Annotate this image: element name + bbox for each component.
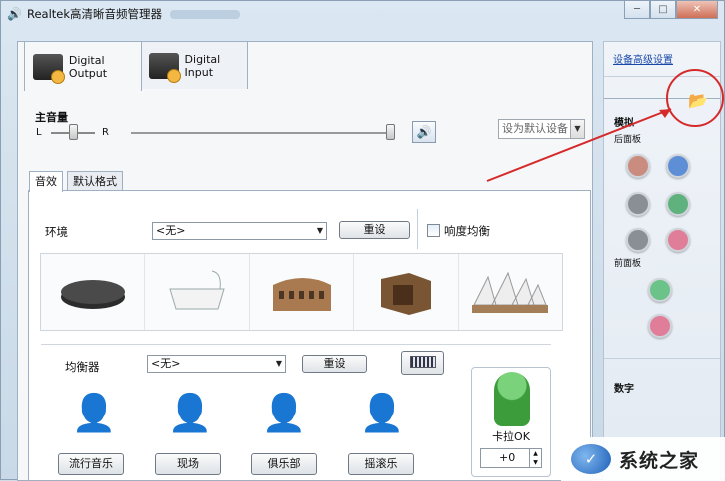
- side-divider: [604, 358, 720, 359]
- balance-left-label: L: [36, 127, 42, 138]
- maximize-button[interactable]: □: [650, 1, 676, 19]
- digital-input-icon: [149, 52, 181, 83]
- speaker-app-icon: 🔊: [7, 7, 22, 21]
- karaoke-label: 卡拉OK: [492, 430, 530, 443]
- master-volume-thumb[interactable]: [386, 124, 395, 140]
- close-button[interactable]: ✕: [676, 1, 718, 19]
- stepper-arrows-icon: ▲ ▼: [529, 449, 541, 467]
- tab-label: Digital Output: [68, 53, 108, 80]
- balance-slider-thumb[interactable]: [69, 124, 78, 140]
- env-box-room[interactable]: [354, 254, 459, 330]
- mute-speaker-button[interactable]: 🔊: [412, 121, 436, 143]
- audio-jack[interactable]: [648, 314, 672, 338]
- chevron-down-icon: ▼: [316, 226, 323, 235]
- bathtub-icon: [169, 270, 225, 310]
- balance-right-label: R: [102, 127, 109, 138]
- equalizer-label: 均衡器: [65, 360, 100, 374]
- equalizer-grid-icon: [409, 356, 436, 368]
- environment-reset-button[interactable]: 重设: [339, 221, 410, 239]
- master-volume-slider[interactable]: [131, 132, 393, 134]
- app-window: 🔊 Realtek高清晰音频管理器 ─ □ ✕ Digital Output D…: [0, 0, 725, 481]
- audio-jack[interactable]: [626, 192, 650, 216]
- minimize-button[interactable]: ─: [624, 1, 650, 19]
- karaoke-stepper[interactable]: +0 ▲ ▼: [480, 448, 542, 468]
- karaoke-panel: 卡拉OK +0 ▲ ▼: [471, 367, 551, 477]
- tab-default-format[interactable]: 默认格式: [67, 171, 123, 191]
- watermark-text: 系统之家: [619, 449, 700, 472]
- device-advanced-settings-link[interactable]: 设备高级设置: [613, 51, 673, 66]
- watermark-logo-icon: ✓: [571, 444, 611, 474]
- preset-live-button[interactable]: 现场: [155, 453, 221, 475]
- preset-pop-button[interactable]: 流行音乐: [58, 453, 124, 475]
- karaoke-value: +0: [499, 451, 516, 464]
- digital-output-icon: [33, 53, 65, 84]
- pop-singer-icon: 👤: [71, 393, 117, 434]
- rock-guitar-icon: 👤: [359, 393, 405, 434]
- tab-label: Digital Input: [184, 52, 221, 79]
- watermark: ✓ 系统之家: [561, 437, 725, 481]
- club-piano-icon: 👤: [261, 393, 307, 434]
- preset-club-button[interactable]: 俱乐部: [251, 453, 317, 475]
- front-panel-label: 前面板: [614, 259, 642, 269]
- graphic-eq-button[interactable]: [401, 351, 444, 375]
- environment-label: 环境: [45, 225, 68, 239]
- audio-jack[interactable]: [648, 278, 672, 302]
- box-room-icon: [380, 273, 431, 315]
- blurred-title-text: [170, 9, 241, 19]
- env-colosseum[interactable]: [250, 254, 355, 330]
- window-title: Realtek高清晰音频管理器: [27, 7, 163, 21]
- environment-combo[interactable]: <无> ▼: [152, 222, 327, 240]
- env-opera-house[interactable]: [459, 254, 562, 330]
- env-bathtub[interactable]: [145, 254, 250, 330]
- audio-jack[interactable]: [626, 228, 650, 252]
- tab-digital-output[interactable]: Digital Output: [24, 41, 142, 91]
- equalizer-reset-button[interactable]: 重设: [302, 355, 367, 373]
- vertical-divider: [417, 209, 418, 249]
- opera-house-icon: [472, 271, 549, 313]
- audio-jack[interactable]: [666, 192, 690, 216]
- digital-label: 数字: [614, 384, 634, 395]
- tab-digital-input[interactable]: Digital Input: [140, 41, 248, 89]
- loudness-label: 响度均衡: [444, 224, 490, 238]
- colosseum-icon: [272, 278, 331, 311]
- tab-effects[interactable]: 音效: [29, 171, 63, 192]
- env-stone-disc[interactable]: [41, 254, 146, 330]
- section-divider: [41, 344, 551, 345]
- master-volume-label: 主音量: [35, 111, 68, 124]
- chevron-down-icon: ▼: [275, 359, 282, 368]
- environment-strip: [40, 253, 563, 331]
- equalizer-value: <无>: [151, 357, 181, 370]
- annotation-arrow: [486, 108, 672, 182]
- window-controls: ─ □ ✕: [624, 1, 718, 19]
- equalizer-combo[interactable]: <无> ▼: [147, 355, 286, 373]
- preset-rock-button[interactable]: 摇滚乐: [348, 453, 414, 475]
- karaoke-singer-icon: [494, 372, 530, 426]
- environment-value: <无>: [156, 224, 186, 237]
- title-bar: 🔊 Realtek高清晰音频管理器 ─ □ ✕: [1, 1, 724, 27]
- live-guitar-icon: 👤: [167, 393, 213, 434]
- loudness-checkbox[interactable]: [427, 224, 440, 237]
- audio-jack[interactable]: [666, 228, 690, 252]
- stone-disc-icon: [60, 280, 125, 309]
